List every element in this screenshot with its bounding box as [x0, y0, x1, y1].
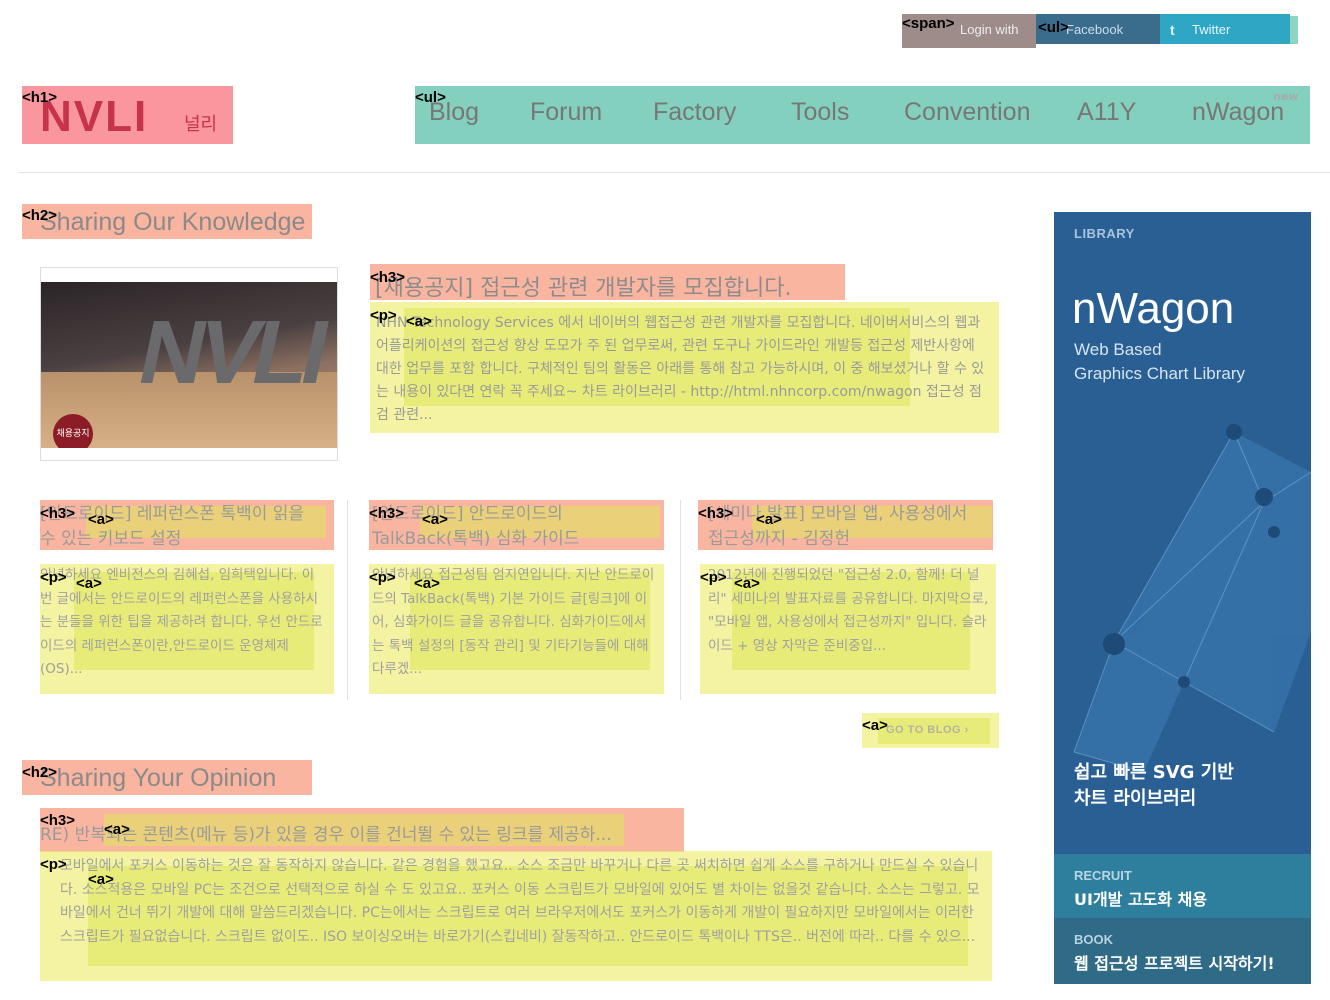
recruit-badge: 채용공지 [53, 414, 93, 448]
overlay-tag-p: <p> [700, 569, 727, 586]
overlay-tag-h3: <h3> [369, 505, 405, 522]
overlay-tag-h3: <h3> [40, 505, 76, 522]
recruit-label: RECRUIT [1074, 868, 1132, 883]
overlay-tag-h3: <h3> [40, 812, 76, 829]
overlay-tag-p: <p> [40, 856, 67, 873]
nav-item-factory[interactable]: Factory [653, 98, 736, 127]
section-title-knowledge: Sharing Our Knowledge [40, 208, 306, 236]
nav-item-tools[interactable]: Tools [791, 98, 849, 127]
nuli-sculpture-image: NVLI 채용공지 [41, 282, 337, 448]
overlay-tag-ul: <ul> [1038, 19, 1069, 36]
nav-item-forum[interactable]: Forum [530, 98, 602, 127]
sculpture-letters: NVLI [130, 303, 333, 403]
book-banner-link[interactable]: BOOK 웹 접근성 프로젝트 시작하기! [1054, 918, 1311, 984]
featured-post-title[interactable]: [채용공지] 접근성 관련 개발자를 모집합니다. [375, 270, 791, 302]
go-to-blog-link[interactable]: GO TO BLOG › [886, 724, 969, 736]
section-title-opinion: Sharing Your Opinion [40, 764, 277, 792]
overlay-tag-a: <a> [414, 575, 440, 592]
overlay-tag-a: <a> [422, 511, 448, 528]
overlay-tag-a: <a> [862, 717, 888, 734]
column-divider [347, 500, 348, 700]
overlay-tag-p: <p> [40, 569, 67, 586]
overlay-tag-a: <a> [406, 313, 432, 330]
recruit-text: UI개발 고도화 채용 [1074, 890, 1208, 909]
new-badge: new [1273, 90, 1299, 103]
book-label: BOOK [1074, 932, 1113, 947]
overlay-tag-h1: <h1> [22, 89, 58, 106]
logo-korean: 널리 [184, 114, 218, 135]
overlay-tag-a: <a> [734, 575, 760, 592]
post-title-android-keyboard[interactable]: [안드로이드] 레퍼런스폰 톡백이 읽을 수 있는 키보드 설정 [40, 502, 320, 552]
overlay-tag-p: <p> [370, 307, 397, 324]
post-title-talkback-guide[interactable]: [안드로이드] 안드로이드의 TalkBack(톡백) 심화 가이드 [372, 502, 652, 552]
post-title-seminar-mobile-app[interactable]: [세미나 발표] 모바일 앱, 사용성에서 접근성까지 - 김정헌 [708, 502, 988, 552]
social-login-bar: Login with Facebook t Twitter [902, 14, 1298, 48]
nav-item-a11y[interactable]: A11Y [1077, 98, 1136, 127]
overlay-tag-a: <a> [104, 821, 130, 838]
overlay-tag-a: <a> [76, 575, 102, 592]
nwagon-subtitle: Web Based Graphics Chart Library [1074, 340, 1246, 383]
forum-post-excerpt[interactable]: 모바일에서 포커스 이동하는 것은 잘 동작하지 않습니다. 같은 경험을 했고… [60, 855, 980, 949]
overlay-tag-a: <a> [88, 511, 114, 528]
header-divider [18, 172, 1330, 173]
overlay-tag-p: <p> [369, 569, 396, 586]
nwagon-title[interactable]: nWagon [1072, 284, 1234, 334]
sidebar-banner: LIBRARY nWagon Web Based Graphics Chart … [1054, 212, 1311, 984]
overlay-tag-ul: <ul> [415, 89, 446, 106]
nwagon-promo[interactable]: 쉽고 빠른 SVG 기반 차트 라이브러리 [1074, 760, 1234, 812]
twitter-login-link[interactable]: t Twitter [1160, 14, 1290, 44]
featured-post-excerpt[interactable]: NHN Technology Services 에서 네이버의 웹접근성 관련 … [376, 312, 990, 427]
recruit-banner-link[interactable]: RECRUIT UI개발 고도화 채용 [1054, 854, 1311, 918]
overlay-tag-a: <a> [88, 871, 114, 888]
book-text: 웹 접근성 프로젝트 시작하기! [1074, 954, 1275, 973]
main-nav: Blog Forum Factory Tools Convention A11Y… [415, 86, 1310, 144]
featured-thumbnail[interactable]: NVLI 채용공지 [40, 267, 338, 461]
overlay-tag-h3: <h3> [370, 269, 406, 286]
overlay-tag-h2: <h2> [22, 207, 58, 224]
twitter-icon: t [1170, 22, 1175, 38]
overlay-tag-a: <a> [756, 511, 782, 528]
library-label: LIBRARY [1074, 226, 1135, 241]
login-bar-edge [1290, 16, 1298, 44]
column-divider [680, 500, 681, 700]
overlay-tag-span: <span> [902, 15, 955, 32]
nav-item-convention[interactable]: Convention [904, 98, 1030, 127]
overlay-tag-h3: <h3> [698, 505, 734, 522]
nav-item-nwagon[interactable]: nWagon [1192, 98, 1284, 127]
overlay-tag-h2: <h2> [22, 764, 58, 781]
